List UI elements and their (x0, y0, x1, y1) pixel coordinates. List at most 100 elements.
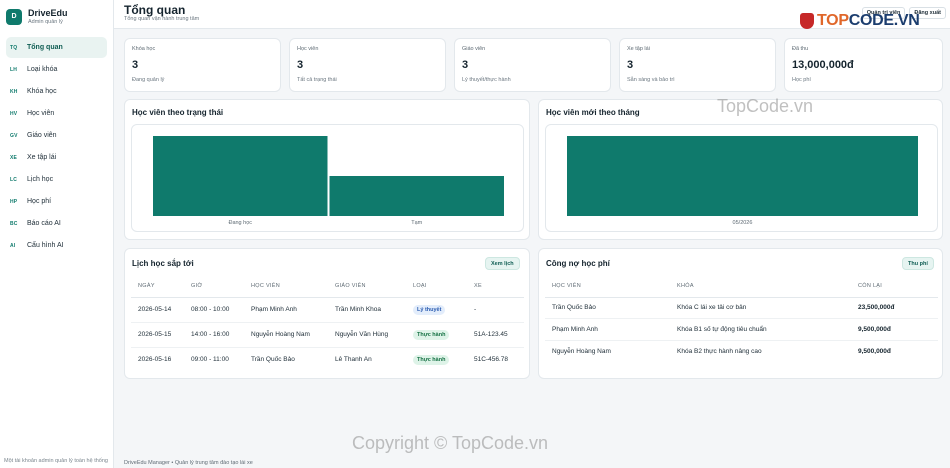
stat-label: Khóa học (132, 46, 156, 52)
sidebar-item-label: Loại khóa (27, 66, 58, 73)
panel-title: Học viên theo trạng thái (132, 108, 224, 117)
sidebar-item-lich-hoc[interactable]: LC Lịch học (6, 169, 107, 190)
cell-course: Khóa C lái xe tải cơ bản (670, 297, 851, 319)
column-header: HỌC VIÊN (244, 275, 328, 298)
cell-student: Nguyễn Hoàng Nam (244, 322, 328, 348)
cell-car: - (467, 297, 524, 323)
panel-title: Lịch học sắp tới (132, 259, 194, 268)
stat-hint: Đang quản lý (132, 77, 165, 83)
cell-remaining: 9,500,000đ (851, 318, 938, 341)
status-bar-1 (329, 176, 504, 216)
cell-student: Trần Quốc Bảo (251, 356, 295, 364)
nav-code-icon: TQ (10, 44, 18, 51)
stat-label: Xe tập lái (627, 46, 650, 52)
monthly-chart-panel: Học viên mới theo tháng 05/2026 (538, 99, 943, 240)
sidebar-nav: TQ Tổng quan LH Loại khóa KH Khóa học HV… (0, 37, 113, 256)
cell-student: Nguyễn Hoàng Nam (552, 347, 611, 355)
cell-course: Khóa B2 thực hành nâng cao (677, 347, 762, 355)
nav-code-icon: AI (10, 242, 16, 249)
stat-hint: Lý thuyết/thực hành (462, 77, 511, 83)
nav-code-icon: HV (10, 110, 18, 117)
sidebar-item-label: Xe tập lái (27, 154, 57, 161)
cell-student: Phạm Minh Anh (244, 297, 328, 323)
sidebar-item-label: Giáo viên (27, 132, 57, 139)
table-header-row: HỌC VIÊN KHÓA CÒN LẠI (545, 275, 938, 298)
nav-code-icon: GV (10, 132, 18, 139)
nav-code-icon: LH (10, 66, 18, 73)
brand-subtitle: Admin quản lý (28, 19, 63, 25)
watermark-mid: TopCode.vn (717, 96, 814, 116)
column-header: NGÀY (131, 275, 184, 298)
brand: D DriveEdu Admin quản lý (0, 0, 113, 33)
stat-value: 3 (462, 59, 469, 71)
panel-title: Công nợ học phí (546, 259, 610, 268)
sidebar: D DriveEdu Admin quản lý TQ Tổng quan LH… (0, 0, 114, 468)
sidebar-item-cau-hinh-ai[interactable]: AI Cấu hình AI (6, 235, 107, 256)
nav-code-icon: XE (10, 154, 18, 161)
page-subtitle: Tổng quan vận hành trung tâm (124, 16, 200, 22)
page-title: Tổng quan (124, 3, 186, 17)
sidebar-footer-note: Một tài khoản admin quản lý toàn hệ thốn… (4, 458, 108, 464)
type-badge: Thực hành (413, 329, 450, 340)
stat-hint: Học phí (792, 77, 811, 83)
nav-code-icon: BC (10, 220, 18, 227)
cell-car: 51A-123.45 (467, 322, 524, 348)
table-row[interactable]: Nguyễn Hoàng Nam Khóa B2 thực hành nâng … (545, 340, 938, 362)
sidebar-item-hoc-vien[interactable]: HV Học viên (6, 103, 107, 124)
sidebar-item-giao-vien[interactable]: GV Giáo viên (6, 125, 107, 146)
status-tick-label-1: Tạm (411, 220, 422, 226)
table-row[interactable]: Trần Quốc Bảo Khóa C lái xe tải cơ bản 2… (545, 297, 938, 319)
status-chart-svg: Đang học Tạm (153, 136, 504, 226)
schedule-table: NGÀY GIỜ HỌC VIÊN GIÁO VIÊN LOẠI XE 2026… (131, 275, 524, 372)
topcode-logo-text: TOPCODE.VN (817, 12, 920, 30)
column-header: LOẠI (406, 275, 467, 298)
status-bar-0 (153, 136, 328, 216)
column-header: XE (467, 275, 524, 298)
sidebar-item-loai-khoa[interactable]: LH Loại khóa (6, 59, 107, 80)
stat-value: 13,000,000đ (792, 59, 854, 71)
cell-time: 09:00 - 11:00 (191, 356, 229, 364)
shield-icon (800, 13, 814, 29)
table-row[interactable]: 2026-05-15 14:00 - 16:00 Nguyễn Hoàng Na… (131, 322, 524, 348)
sidebar-item-label: Học phí (27, 198, 52, 205)
table-row[interactable]: 2026-05-14 08:00 - 10:00 Phạm Minh Anh T… (131, 297, 524, 323)
page-footer: DriveEdu Manager • Quản lý trung tâm đào… (124, 460, 253, 466)
column-header: CÒN LẠI (851, 275, 938, 298)
sidebar-item-hoc-phi[interactable]: HP Học phí (6, 191, 107, 212)
monthly-tick-label-0: 05/2026 (733, 220, 753, 226)
stat-card-teachers: Giáo viên 3 Lý thuyết/thực hành (454, 38, 611, 92)
sidebar-item-label: Học viên (27, 110, 55, 117)
panel-title: Học viên mới theo tháng (546, 108, 640, 117)
cell-remaining: 23,500,000đ (851, 297, 938, 319)
cell-type: Lý thuyết (406, 297, 467, 323)
table-row[interactable]: 2026-05-16 09:00 - 11:00 Trần Quốc Bảo L… (131, 347, 524, 372)
monthly-bar-0 (567, 136, 918, 216)
sidebar-item-label: Tổng quan (27, 44, 63, 51)
cell-type: Thực hành (406, 347, 467, 372)
monthly-chart-svg: 05/2026 (567, 136, 918, 226)
nav-code-icon: HP (10, 198, 18, 205)
sidebar-item-khoa-hoc[interactable]: KH Khóa học (6, 81, 107, 102)
collect-fee-button[interactable]: Thu phí (902, 257, 934, 270)
table-row[interactable]: Phạm Minh Anh Khóa B1 số tự động tiêu ch… (545, 318, 938, 341)
cell-remaining: 9,500,000đ (858, 347, 891, 355)
cell-date: 2026-05-14 (131, 297, 184, 323)
logo-prefix: TOP (817, 12, 849, 29)
cell-time: 14:00 - 16:00 (184, 322, 244, 348)
brand-logo: D (6, 8, 22, 25)
sidebar-item-bao-cao-ai[interactable]: BC Báo cáo AI (6, 213, 107, 234)
stat-card-students: Học viên 3 Tất cả trạng thái (289, 38, 446, 92)
sidebar-item-label: Lịch học (27, 176, 54, 183)
main-content: Tổng quan Tổng quan vận hành trung tâm Q… (114, 0, 950, 468)
view-schedule-button[interactable]: Xem lịch (485, 257, 520, 270)
schedule-panel: Lịch học sắp tới Xem lịch NGÀY GIỜ HỌC V… (124, 248, 530, 379)
nav-code-icon: KH (10, 88, 18, 95)
stat-card-cars: Xe tập lái 3 Sẵn sàng và bảo trì (619, 38, 776, 92)
stat-label: Học viên (297, 46, 319, 52)
sidebar-item-xe-tap-lai[interactable]: XE Xe tập lái (6, 147, 107, 168)
sidebar-item-label: Khóa học (27, 88, 57, 95)
sidebar-item-tong-quan[interactable]: TQ Tổng quan (6, 37, 107, 58)
debts-table: HỌC VIÊN KHÓA CÒN LẠI Trần Quốc Bảo Khóa… (545, 275, 938, 362)
debts-panel: Công nợ học phí Thu phí HỌC VIÊN KHÓA CÒ… (538, 248, 943, 379)
stat-hint: Sẵn sàng và bảo trì (627, 77, 675, 83)
